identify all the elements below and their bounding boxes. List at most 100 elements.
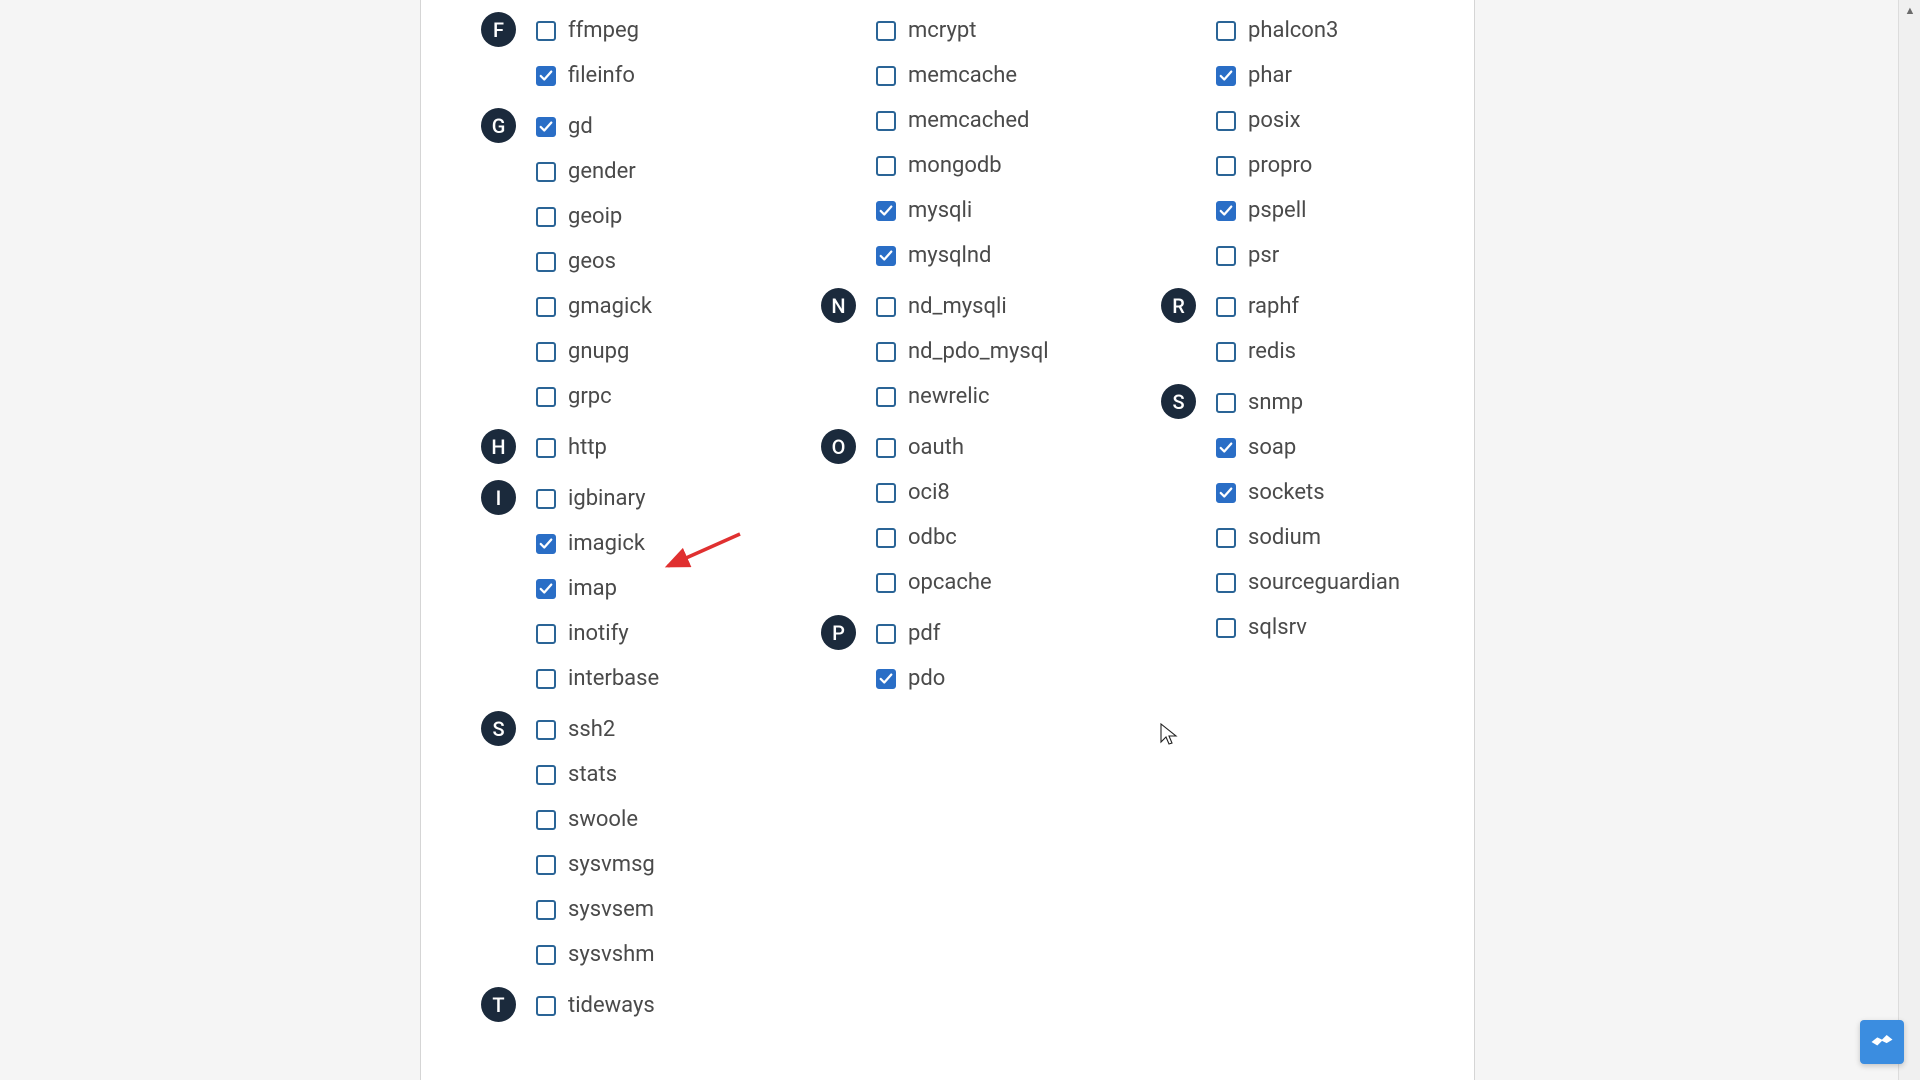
checkbox-mcrypt[interactable]	[876, 21, 896, 41]
checkbox-nd-pdo-mysql[interactable]	[876, 342, 896, 362]
checkbox-psr[interactable]	[1216, 246, 1236, 266]
checkbox-mysqli[interactable]	[876, 201, 896, 221]
checkbox-gmagick[interactable]	[536, 297, 556, 317]
group-items: nd_mysqlind_pdo_mysqlnewrelic	[876, 284, 1049, 419]
checkbox-snmp[interactable]	[1216, 393, 1236, 413]
checkbox-raphf[interactable]	[1216, 297, 1236, 317]
checkbox-gnupg[interactable]	[536, 342, 556, 362]
extension-row-sourceguardian: sourceguardian	[1216, 560, 1400, 605]
checkbox-inotify[interactable]	[536, 624, 556, 644]
group-items: phalcon3pharposixpropropspellpsr	[1216, 8, 1338, 278]
checkbox-pdf[interactable]	[876, 624, 896, 644]
checkbox-interbase[interactable]	[536, 669, 556, 689]
scroll-up-icon[interactable]: ▲	[1902, 2, 1918, 18]
extension-label: ssh2	[568, 717, 615, 742]
checkbox-oauth[interactable]	[876, 438, 896, 458]
checkbox-nd-mysqli[interactable]	[876, 297, 896, 317]
extension-label: gender	[568, 159, 636, 184]
vertical-scrollbar[interactable]: ▲	[1898, 0, 1920, 1080]
extension-row-soap: soap	[1216, 425, 1400, 470]
extension-row-swoole: swoole	[536, 797, 655, 842]
checkbox-gender[interactable]	[536, 162, 556, 182]
checkbox-sysvmsg[interactable]	[536, 855, 556, 875]
checkbox-memcached[interactable]	[876, 111, 896, 131]
extension-label: pdo	[908, 666, 945, 691]
letter-badge-s: S	[481, 711, 516, 746]
checkbox-geoip[interactable]	[536, 207, 556, 227]
checkbox-tideways[interactable]	[536, 996, 556, 1016]
extension-row-sysvmsg: sysvmsg	[536, 842, 655, 887]
checkbox-phalcon3[interactable]	[1216, 21, 1236, 41]
extension-row-mysqlnd: mysqlnd	[876, 233, 1029, 278]
checkbox-odbc[interactable]	[876, 528, 896, 548]
extension-row-propro: propro	[1216, 143, 1338, 188]
checkbox-pspell[interactable]	[1216, 201, 1236, 221]
checkbox-mongodb[interactable]	[876, 156, 896, 176]
checkbox-http[interactable]	[536, 438, 556, 458]
extension-row-sysvsem: sysvsem	[536, 887, 655, 932]
checkbox-sqlsrv[interactable]	[1216, 618, 1236, 638]
checkbox-imagick[interactable]	[536, 534, 556, 554]
extension-row-sodium: sodium	[1216, 515, 1400, 560]
checkbox-soap[interactable]	[1216, 438, 1236, 458]
extension-row-ffmpeg: ffmpeg	[536, 8, 639, 53]
group-items: pdf pdo	[876, 611, 945, 701]
extension-label: mongodb	[908, 153, 1002, 178]
checkbox-stats[interactable]	[536, 765, 556, 785]
extension-label: snmp	[1248, 390, 1303, 415]
letter-badge-f: F	[481, 12, 516, 47]
extension-label: gmagick	[568, 294, 652, 319]
letter-group-o: Ooauthoci8odbcopcache	[821, 425, 1161, 605]
checkbox-mysqlnd[interactable]	[876, 246, 896, 266]
letter-group-h: Hhttp	[481, 425, 821, 470]
extension-row-imap: imap	[536, 566, 659, 611]
checkbox-grpc[interactable]	[536, 387, 556, 407]
checkbox-propro[interactable]	[1216, 156, 1236, 176]
checkbox-opcache[interactable]	[876, 573, 896, 593]
checkbox-newrelic[interactable]	[876, 387, 896, 407]
checkbox-swoole[interactable]	[536, 810, 556, 830]
extension-row-interbase: interbase	[536, 656, 659, 701]
extension-row-oci8: oci8	[876, 470, 992, 515]
checkbox-gd[interactable]	[536, 117, 556, 137]
checkbox-sysvshm[interactable]	[536, 945, 556, 965]
extension-label: phar	[1248, 63, 1292, 88]
checkbox-sockets[interactable]	[1216, 483, 1236, 503]
extension-row-pdf: pdf	[876, 611, 945, 656]
checkbox-ssh2[interactable]	[536, 720, 556, 740]
group-items: ssh2statsswoolesysvmsgsysvsemsysvshm	[536, 707, 655, 977]
letter-group-t: Ttideways	[481, 983, 821, 1028]
extension-label: mysqlnd	[908, 243, 991, 268]
extension-row-gnupg: gnupg	[536, 329, 652, 374]
extension-label: memcached	[908, 108, 1029, 133]
checkbox-sodium[interactable]	[1216, 528, 1236, 548]
extension-label: propro	[1248, 153, 1312, 178]
extension-row-gmagick: gmagick	[536, 284, 652, 329]
extension-row-ssh2: ssh2	[536, 707, 655, 752]
extension-label: igbinary	[568, 486, 646, 511]
extension-row-memcache: memcache	[876, 53, 1029, 98]
extension-row-memcached: memcached	[876, 98, 1029, 143]
checkbox-phar[interactable]	[1216, 66, 1236, 86]
checkbox-geos[interactable]	[536, 252, 556, 272]
letter-group-p: Ppdfpdo	[821, 611, 1161, 701]
extension-row-igbinary: igbinary	[536, 476, 659, 521]
help-widget-button[interactable]	[1860, 1020, 1904, 1064]
extension-label: sockets	[1248, 480, 1325, 505]
checkbox-memcache[interactable]	[876, 66, 896, 86]
extension-label: psr	[1248, 243, 1279, 268]
checkbox-pdo[interactable]	[876, 669, 896, 689]
extensions-columns: FffmpegfileinfoGgdgendergeoipgeosgmagick…	[421, 0, 1474, 1034]
checkbox-posix[interactable]	[1216, 111, 1236, 131]
checkbox-imap[interactable]	[536, 579, 556, 599]
checkbox-oci8[interactable]	[876, 483, 896, 503]
extension-label: grpc	[568, 384, 612, 409]
extension-label: nd_mysqli	[908, 294, 1007, 319]
checkbox-redis[interactable]	[1216, 342, 1236, 362]
checkbox-igbinary[interactable]	[536, 489, 556, 509]
checkbox-sysvsem[interactable]	[536, 900, 556, 920]
extension-label: geoip	[568, 204, 622, 229]
checkbox-fileinfo[interactable]	[536, 66, 556, 86]
checkbox-ffmpeg[interactable]	[536, 21, 556, 41]
checkbox-sourceguardian[interactable]	[1216, 573, 1236, 593]
